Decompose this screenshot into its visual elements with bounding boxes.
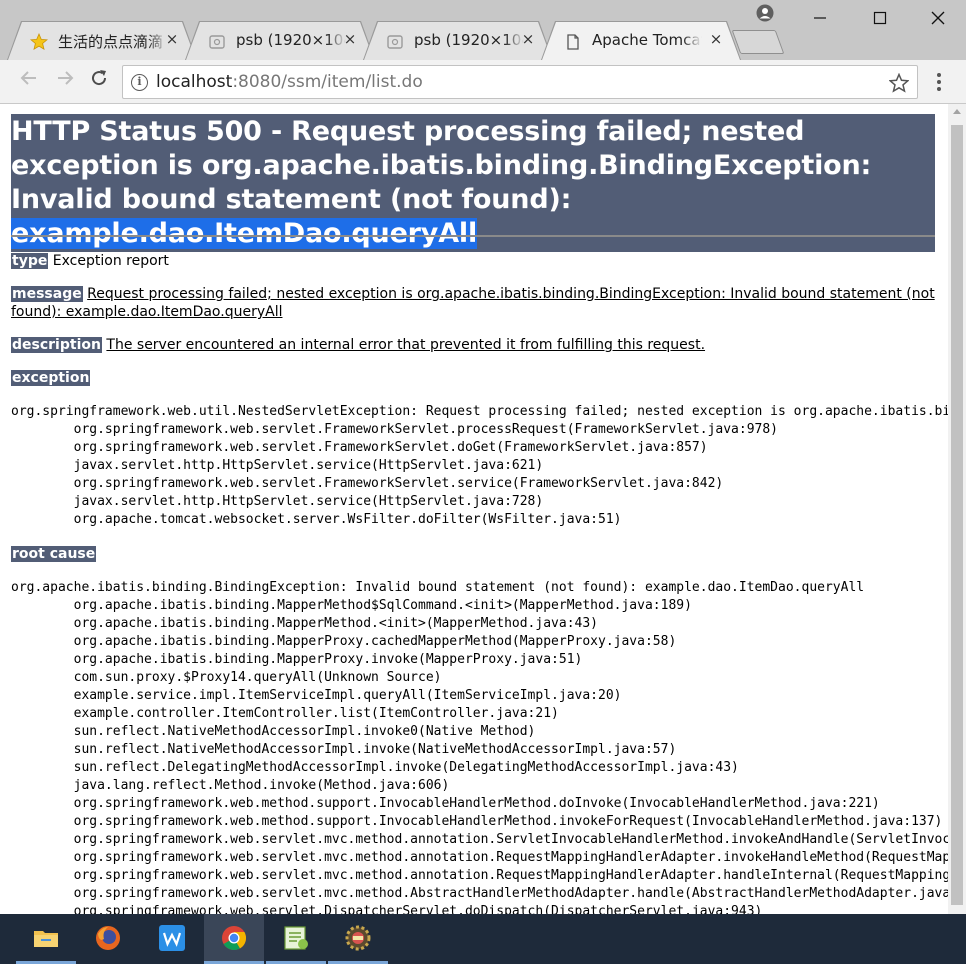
firefox-icon — [96, 926, 120, 950]
tab-life-blog[interactable]: 生活的点点滴滴 × — [8, 22, 196, 60]
tab-title: 生活的点点滴滴 — [58, 33, 164, 51]
maximize-icon[interactable] — [860, 6, 900, 34]
scroll-up-icon[interactable] — [953, 109, 961, 114]
forward-arrow-icon[interactable] — [52, 68, 78, 94]
browser-toolbar: i localhost:8080/ssm/item/list.do — [0, 60, 966, 104]
root-cause-label: root cause — [11, 546, 97, 562]
bookmark-star-icon[interactable] — [888, 70, 910, 98]
profile-icon[interactable] — [756, 4, 774, 22]
exception-stack-trace: org.springframework.web.util.NestedServl… — [11, 404, 948, 527]
description-row: description The server encountered an in… — [11, 336, 935, 354]
wps-icon — [159, 925, 185, 951]
taskbar-firefox[interactable] — [78, 914, 138, 964]
minimize-icon[interactable] — [800, 6, 840, 34]
page-title-text: HTTP Status 500 - Request processing fai… — [11, 116, 872, 215]
image-icon — [208, 33, 226, 51]
more-menu-icon[interactable] — [929, 68, 949, 96]
exception-row: exception — [11, 369, 935, 387]
message-label: message — [11, 286, 83, 302]
browser-titlebar: 生活的点点滴滴 × psb (1920×1040) × psb (1920×10… — [0, 0, 966, 60]
reload-icon[interactable] — [86, 68, 112, 94]
tab-apache-tomcat[interactable]: Apache Tomcat × — [542, 22, 740, 60]
tab-close-icon[interactable]: × — [708, 30, 724, 48]
info-icon[interactable]: i — [131, 74, 148, 91]
tab-title: Apache Tomcat — [592, 31, 702, 49]
image-icon — [386, 33, 404, 51]
description-label: description — [11, 337, 102, 353]
windows-taskbar — [0, 914, 966, 964]
window-close-icon[interactable] — [918, 6, 958, 34]
tab-close-icon[interactable]: × — [520, 30, 536, 48]
divider — [11, 235, 935, 237]
tab-close-icon[interactable]: × — [342, 30, 358, 48]
gear-icon — [345, 925, 371, 951]
tab-title: psb (1920×1040) — [414, 31, 524, 49]
page-icon — [564, 33, 582, 51]
type-label: type — [11, 253, 49, 269]
tab-title: psb (1920×1040) — [236, 31, 346, 49]
taskbar-chrome[interactable] — [204, 914, 264, 964]
taskbar-settings-tool[interactable] — [328, 914, 388, 964]
type-value: Exception report — [52, 253, 169, 269]
exception-label: exception — [11, 370, 91, 386]
folder-icon — [34, 931, 58, 947]
address-bar[interactable]: i localhost:8080/ssm/item/list.do — [122, 65, 918, 99]
selected-text: example.dao.ItemDao.queryAll — [11, 218, 478, 249]
page-title: HTTP Status 500 - Request processing fai… — [11, 114, 935, 252]
message-value: Request processing failed; nested except… — [11, 286, 935, 320]
scrollbar-thumb[interactable] — [951, 125, 963, 905]
vertical-scrollbar[interactable] — [948, 104, 966, 914]
tab-close-icon[interactable]: × — [164, 30, 180, 48]
message-row: message Request processing failed; neste… — [11, 285, 935, 321]
page-viewport: HTTP Status 500 - Request processing fai… — [0, 104, 948, 914]
star-icon — [29, 32, 49, 51]
taskbar-file-explorer[interactable] — [16, 914, 76, 964]
new-tab-button[interactable] — [731, 30, 785, 54]
tab-psb-image-1[interactable]: psb (1920×1040) × — [186, 22, 374, 60]
taskbar-notepad-plus-plus[interactable] — [266, 914, 326, 964]
chrome-icon — [222, 926, 247, 951]
url-text[interactable]: localhost:8080/ssm/item/list.do — [156, 72, 423, 92]
taskbar-wps-writer[interactable] — [142, 914, 202, 964]
tab-psb-image-2[interactable]: psb (1920×1040) × — [364, 22, 552, 60]
notepad-icon — [284, 926, 308, 950]
root-cause-stack-trace: org.apache.ibatis.binding.BindingExcepti… — [11, 580, 948, 914]
root-cause-row: root cause — [11, 545, 935, 563]
description-value: The server encountered an internal error… — [106, 337, 706, 353]
back-arrow-icon[interactable] — [16, 68, 42, 94]
type-row: type Exception report — [11, 252, 935, 270]
